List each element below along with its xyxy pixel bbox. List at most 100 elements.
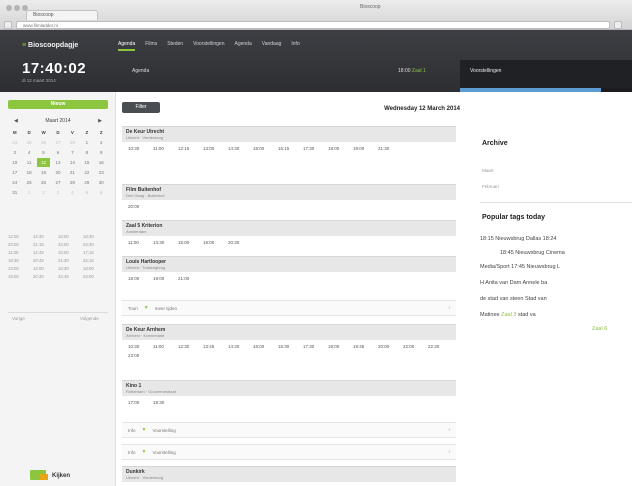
side-time-cell[interactable]: 12:00 xyxy=(8,234,33,239)
showtime[interactable]: 19:00 xyxy=(153,276,174,281)
cinema-header[interactable]: Dunkirk Utrecht · Vredenburg xyxy=(122,466,456,482)
calendar-day[interactable]: 6 xyxy=(95,188,108,197)
calendar-day[interactable]: 7 xyxy=(66,148,79,157)
archive-link[interactable]: Februari xyxy=(482,184,499,189)
calendar-day[interactable]: 18 xyxy=(22,168,35,177)
calendar-day[interactable]: 5 xyxy=(37,148,50,157)
cinema-header[interactable]: Zaal 5 Kriterion Amsterdam xyxy=(122,220,456,236)
showtime[interactable]: 20:30 xyxy=(228,240,249,245)
calendar-day[interactable]: 6 xyxy=(51,148,64,157)
side-time-cell[interactable]: 22:15 xyxy=(83,258,108,263)
showtime[interactable]: 18:00 xyxy=(128,276,149,281)
nav-item[interactable]: Agenda xyxy=(234,41,251,51)
calendar-day[interactable]: 9 xyxy=(95,148,108,157)
calendar-day[interactable]: 3 xyxy=(51,188,64,197)
side-time-cell[interactable]: 14:00 xyxy=(33,266,58,271)
calendar-day[interactable]: 22 xyxy=(80,168,93,177)
site-logo[interactable]: ≡ Bioscoopdagje xyxy=(22,42,78,49)
nav-item[interactable]: Info xyxy=(291,41,299,51)
filter-button[interactable]: Filter xyxy=(122,102,160,113)
showtime[interactable]: 18:00 xyxy=(203,240,224,245)
side-time-cell[interactable]: 20:30 xyxy=(33,274,58,279)
prev-link[interactable]: Vorige xyxy=(12,316,25,321)
chevron-right-icon[interactable]: › xyxy=(448,449,450,455)
calendar-day[interactable]: 16 xyxy=(95,158,108,167)
calendar-day[interactable]: 25 xyxy=(22,178,35,187)
cinema-header[interactable]: Louis Hartlooper Utrecht · Tolsteegbrug xyxy=(122,256,456,272)
side-time-cell[interactable]: 23:00 xyxy=(83,274,108,279)
side-time-cell[interactable]: 22:45 xyxy=(58,274,83,279)
popular-tag-line[interactable]: H Anita van Dam Annele ba xyxy=(480,280,547,286)
cinema-header[interactable]: Kino 1 Rotterdam · Gouvernestraat xyxy=(122,380,456,396)
calendar-day[interactable]: 27 xyxy=(51,178,64,187)
calendar-day[interactable]: 1 xyxy=(22,188,35,197)
side-time-cell[interactable]: 21:30 xyxy=(58,258,83,263)
popular-tag-line[interactable]: 18:45 Nieuwsbrug Cinema xyxy=(500,250,565,256)
side-time-cell[interactable]: 20:00 xyxy=(8,242,33,247)
showtime[interactable]: 16:30 xyxy=(278,344,299,349)
cinema-header[interactable]: Film Buitenhof Den Haag · Buitenhof xyxy=(122,184,456,200)
calendar-day[interactable]: 30 xyxy=(95,178,108,187)
calendar-day[interactable]: 24 xyxy=(8,178,21,187)
side-time-cell[interactable]: 16:00 xyxy=(58,234,83,239)
calendar-day[interactable]: 12 xyxy=(36,158,51,167)
chevron-right-icon[interactable]: › xyxy=(448,305,450,311)
side-time-cell[interactable]: 16:30 xyxy=(58,266,83,271)
calendar-day[interactable]: 15 xyxy=(80,158,93,167)
side-time-cell[interactable]: 20:45 xyxy=(33,258,58,263)
nav-item[interactable]: Agenda xyxy=(118,41,136,51)
calendar-day[interactable]: 20 xyxy=(51,168,64,177)
calendar-day[interactable]: 14 xyxy=(66,158,79,167)
calendar-day[interactable]: 13 xyxy=(51,158,64,167)
side-time-cell[interactable]: 19:00 xyxy=(8,274,33,279)
calendar-day[interactable]: 24 xyxy=(8,138,21,147)
calendar-day[interactable]: 28 xyxy=(66,178,79,187)
side-time-cell[interactable]: 13:00 xyxy=(8,266,33,271)
showtime[interactable]: 22:30 xyxy=(428,344,449,349)
cinema-header[interactable]: De Keur Arnhem Arnhem · Korenmarkt xyxy=(122,324,456,340)
browser-tab[interactable]: Bioscoop xyxy=(26,10,98,20)
showtime[interactable]: 13:00 xyxy=(203,146,224,151)
popular-tag-line[interactable]: de stad van steen Stad van xyxy=(480,296,547,302)
calendar-day[interactable]: 10 xyxy=(8,158,21,167)
minimize-window-icon[interactable] xyxy=(14,5,20,11)
popular-tag-line[interactable]: Zaal 6 xyxy=(592,326,607,332)
showtime[interactable]: 22:00 xyxy=(403,344,424,349)
calendar-day[interactable]: 17 xyxy=(8,168,21,177)
calendar-day[interactable]: 2 xyxy=(37,188,50,197)
showtime[interactable]: 19:45 xyxy=(353,344,374,349)
calendar-day[interactable]: 25 xyxy=(22,138,35,147)
nav-item[interactable]: Films xyxy=(145,41,157,51)
nav-item[interactable]: Vandaag xyxy=(262,41,282,51)
close-window-icon[interactable] xyxy=(6,5,12,11)
calendar-day[interactable]: 5 xyxy=(80,188,93,197)
popular-tag-line[interactable]: Media/Sport 17:45 Nieuwsbrug L xyxy=(480,264,560,270)
showtime[interactable]: 14:30 xyxy=(228,146,249,151)
showtime[interactable]: 14:30 xyxy=(228,344,249,349)
showtime[interactable]: 23:00 xyxy=(128,353,149,358)
showtime[interactable]: 18:00 xyxy=(328,146,349,151)
next-link[interactable]: Volgende xyxy=(80,316,99,321)
archive-link[interactable]: Maart xyxy=(482,168,494,173)
calendar-day[interactable]: 28 xyxy=(66,138,79,147)
showtime[interactable]: 11:00 xyxy=(128,240,149,245)
address-bar[interactable]: www.filmladder.nl xyxy=(16,21,610,29)
side-time-cell[interactable]: 12:45 xyxy=(33,250,58,255)
side-time-cell[interactable]: 17:15 xyxy=(83,250,108,255)
showtime[interactable]: 19:00 xyxy=(328,344,349,349)
side-time-cell[interactable]: 11:00 xyxy=(8,250,33,255)
cinema-header[interactable]: De Keur Utrecht Utrecht · Vredenburg xyxy=(122,126,456,142)
back-icon[interactable] xyxy=(4,21,12,29)
showtime[interactable]: 12:15 xyxy=(178,146,199,151)
calendar-day[interactable]: 11 xyxy=(22,158,35,167)
showtime[interactable]: 16:00 xyxy=(253,344,274,349)
calendar-day[interactable]: 3 xyxy=(8,148,21,157)
showtime[interactable]: 17:30 xyxy=(303,146,324,151)
nav-item[interactable]: Steden xyxy=(167,41,183,51)
refresh-icon[interactable] xyxy=(614,21,622,29)
side-time-cell[interactable]: 22:00 xyxy=(58,242,83,247)
side-time-cell[interactable]: 15:00 xyxy=(58,250,83,255)
showtime[interactable]: 19:30 xyxy=(153,400,174,405)
showtime[interactable]: 15:00 xyxy=(178,240,199,245)
side-time-cell[interactable]: 18:30 xyxy=(83,234,108,239)
